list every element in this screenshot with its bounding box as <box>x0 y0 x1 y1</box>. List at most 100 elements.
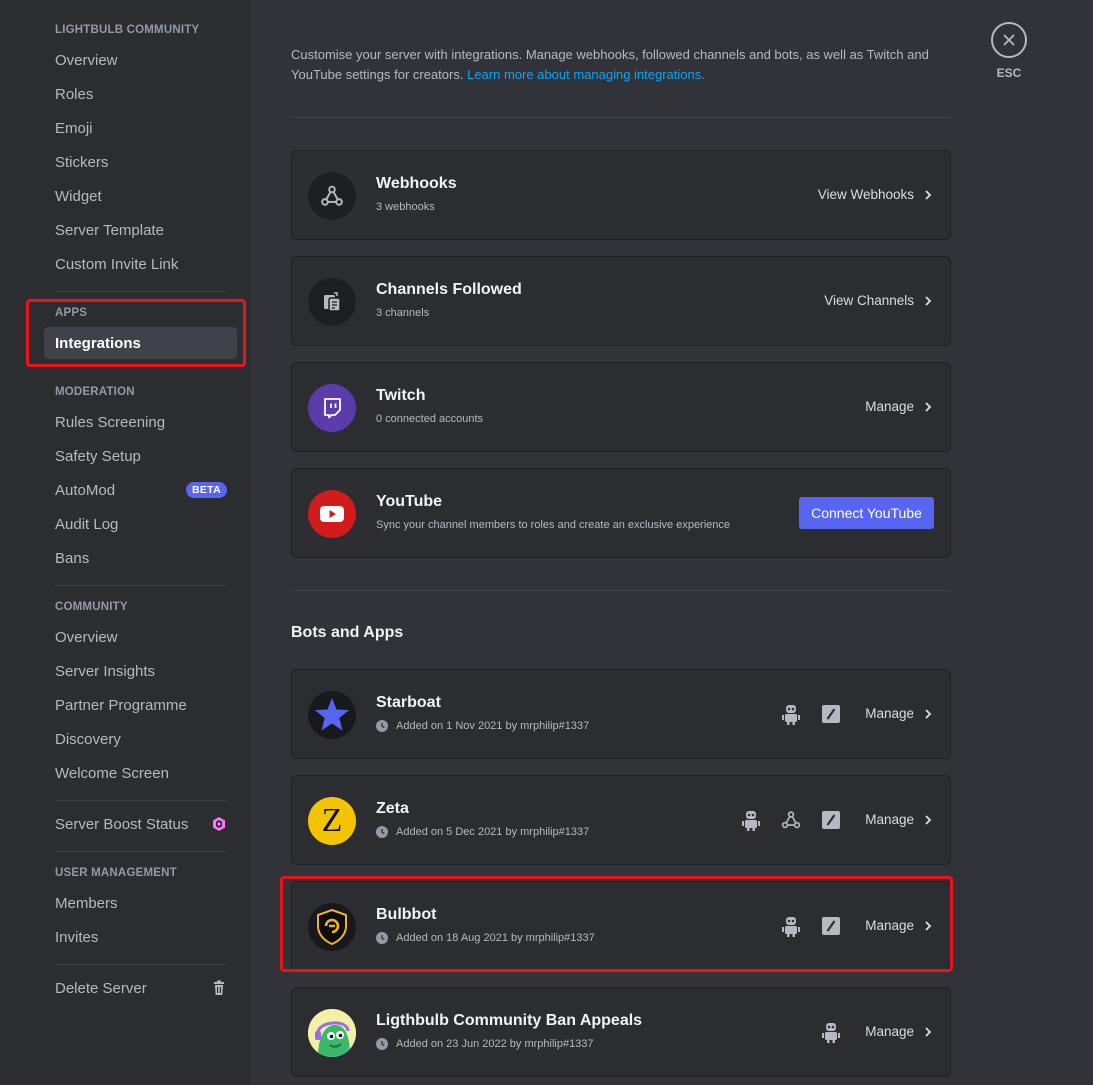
card-subtitle: 0 connected accounts <box>376 413 484 425</box>
clock-icon <box>376 826 388 838</box>
sidebar-divider <box>55 585 227 586</box>
sidebar-divider <box>55 291 227 292</box>
card-subtitle: Added on 5 Dec 2021 by mrphilip#1337 <box>376 826 589 838</box>
page-description: Customise your server with integrations.… <box>291 45 941 85</box>
slash-commands-icon <box>822 811 840 829</box>
settings-sidebar: LIGHTBULB COMMUNITY Overview Roles Emoji… <box>0 0 251 1085</box>
connect-youtube-button[interactable]: Connect YouTube <box>799 497 934 529</box>
webhooks-card[interactable]: Webhooks 3 webhooks View Webhooks <box>291 150 951 240</box>
clock-icon <box>376 720 388 732</box>
sidebar-item-safety-setup[interactable]: Safety Setup <box>44 440 237 472</box>
card-title: Starboat <box>376 694 441 711</box>
action-label: Manage <box>865 399 914 414</box>
youtube-card: YouTube Sync your channel members to rol… <box>291 468 951 558</box>
card-subtitle: 3 webhooks <box>376 201 435 213</box>
close-button[interactable] <box>991 22 1027 58</box>
sidebar-item-welcome-screen[interactable]: Welcome Screen <box>44 757 237 789</box>
sidebar-item-overview[interactable]: Overview <box>44 44 237 76</box>
twitch-card[interactable]: Twitch 0 connected accounts Manage <box>291 362 951 452</box>
beta-badge: BETA <box>185 482 227 498</box>
sidebar-item-discovery[interactable]: Discovery <box>44 723 237 755</box>
manage-bot-link[interactable]: Manage <box>865 1024 932 1039</box>
chevron-right-icon <box>925 189 932 200</box>
bot-robot-icon <box>782 705 800 725</box>
added-on-text: Added on 5 Dec 2021 by mrphilip#1337 <box>396 826 590 838</box>
channels-followed-card[interactable]: Channels Followed 3 channels View Channe… <box>291 256 951 346</box>
webhook-icon <box>308 172 356 220</box>
section-label-community: COMMUNITY <box>55 601 128 613</box>
sidebar-item-invites[interactable]: Invites <box>44 921 237 953</box>
action-label: Manage <box>865 706 914 721</box>
card-title: Webhooks <box>376 175 457 192</box>
boost-gem-icon <box>213 817 225 831</box>
sidebar-item-custom-invite-link[interactable]: Custom Invite Link <box>44 248 237 280</box>
card-subtitle: Added on 23 Jun 2022 by mrphilip#1337 <box>376 1038 594 1050</box>
sidebar-item-server-insights[interactable]: Server Insights <box>44 655 237 687</box>
starboat-avatar <box>308 691 356 739</box>
manage-bot-link[interactable]: Manage <box>865 812 932 827</box>
chevron-right-icon <box>925 1026 932 1037</box>
sidebar-item-label: Server Boost Status <box>55 815 189 833</box>
chevron-right-icon <box>925 401 932 412</box>
sidebar-item-server-boost-status[interactable]: Server Boost Status <box>44 808 237 840</box>
sidebar-divider <box>55 851 227 852</box>
learn-more-link[interactable]: Learn more about managing integrations. <box>467 67 705 82</box>
highlight-box-apps <box>26 299 246 367</box>
bot-card-zeta[interactable]: Z Zeta Added on 5 Dec 2021 by mrphilip#1… <box>291 775 951 865</box>
card-title: Twitch <box>376 387 426 404</box>
sidebar-item-audit-log[interactable]: Audit Log <box>44 508 237 540</box>
chevron-right-icon <box>925 295 932 306</box>
sidebar-item-automod[interactable]: AutoMod BETA <box>44 474 237 506</box>
slash-commands-icon <box>822 705 840 723</box>
card-title: Channels Followed <box>376 281 522 298</box>
sidebar-item-label: AutoMod <box>55 481 116 499</box>
sidebar-item-members[interactable]: Members <box>44 887 237 919</box>
card-subtitle: 3 channels <box>376 307 430 319</box>
section-label-moderation: MODERATION <box>55 386 135 398</box>
section-divider <box>291 590 951 591</box>
close-settings[interactable]: ESC <box>991 22 1027 80</box>
sidebar-item-delete-server[interactable]: Delete Server <box>44 972 237 1004</box>
manage-twitch-link[interactable]: Manage <box>865 399 932 414</box>
zeta-avatar-letter: Z <box>321 802 343 839</box>
sidebar-item-bans[interactable]: Bans <box>44 542 237 574</box>
esc-label: ESC <box>996 66 1022 80</box>
section-divider <box>291 117 951 118</box>
channel-follow-icon <box>308 278 356 326</box>
close-icon <box>1003 34 1015 46</box>
bots-section-title: Bots and Apps <box>291 624 404 641</box>
chevron-right-icon <box>925 708 932 719</box>
manage-bot-link[interactable]: Manage <box>865 706 932 721</box>
added-on-text: Added on 23 Jun 2022 by mrphilip#1337 <box>396 1038 594 1050</box>
zeta-avatar: Z <box>308 797 356 845</box>
sidebar-item-server-template[interactable]: Server Template <box>44 214 237 246</box>
sidebar-divider <box>55 964 227 965</box>
twitch-icon <box>308 384 356 432</box>
card-title: Zeta <box>376 800 409 817</box>
sidebar-item-community-overview[interactable]: Overview <box>44 621 237 653</box>
integrations-page: Customise your server with integrations.… <box>251 0 1093 1085</box>
sidebar-item-partner-programme[interactable]: Partner Programme <box>44 689 237 721</box>
clock-icon <box>376 1038 388 1050</box>
youtube-icon <box>308 490 356 538</box>
sidebar-item-emoji[interactable]: Emoji <box>44 112 237 144</box>
card-title: Ligthbulb Community Ban Appeals <box>376 1012 643 1029</box>
sidebar-item-widget[interactable]: Widget <box>44 180 237 212</box>
sidebar-item-label: Delete Server <box>55 979 147 997</box>
view-webhooks-link[interactable]: View Webhooks <box>818 187 932 202</box>
bot-robot-icon <box>822 1023 840 1043</box>
bot-robot-icon <box>742 811 760 831</box>
card-subtitle: Sync your channel members to roles and c… <box>376 519 731 531</box>
card-subtitle: Added on 1 Nov 2021 by mrphilip#1337 <box>376 720 589 732</box>
action-label: View Channels <box>824 293 914 308</box>
action-label: View Webhooks <box>817 187 914 202</box>
sidebar-item-roles[interactable]: Roles <box>44 78 237 110</box>
card-title: YouTube <box>376 493 443 510</box>
bot-card-starboat[interactable]: Starboat Added on 1 Nov 2021 by mrphilip… <box>291 669 951 759</box>
sidebar-item-stickers[interactable]: Stickers <box>44 146 237 178</box>
view-channels-link[interactable]: View Channels <box>824 293 932 308</box>
chevron-right-icon <box>925 814 932 825</box>
bot-card-ban-appeals[interactable]: Ligthbulb Community Ban Appeals Added on… <box>291 987 951 1077</box>
section-label-user-management: USER MANAGEMENT <box>55 867 177 879</box>
sidebar-item-rules-screening[interactable]: Rules Screening <box>44 406 237 438</box>
